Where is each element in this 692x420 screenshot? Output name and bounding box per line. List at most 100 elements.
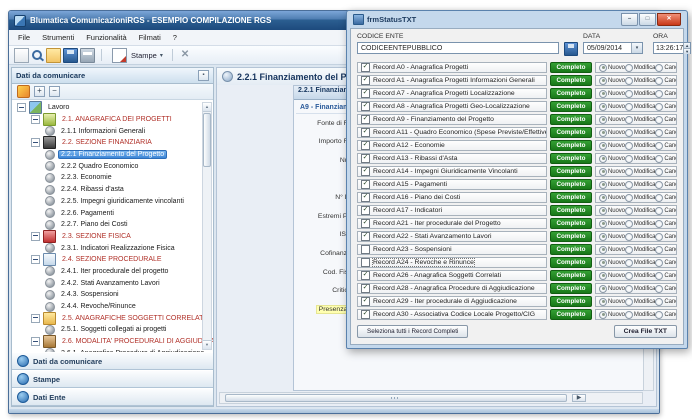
radio-icon[interactable] <box>655 90 663 98</box>
radio-modifica[interactable]: Modifica <box>625 129 656 137</box>
tree-item[interactable]: 2.5. ANAGRAFICHE SOGGETTI CORRELATI <box>14 312 213 324</box>
radio-nuovo[interactable]: Nuovo <box>599 259 625 267</box>
radio-icon[interactable] <box>625 220 633 228</box>
record-checkbox[interactable]: ✓ <box>361 141 370 150</box>
radio-cancella[interactable]: Cancella <box>655 259 677 267</box>
panel-options-button[interactable]: ▪ <box>198 70 209 81</box>
status-completo-badge[interactable]: Completo <box>550 218 592 229</box>
record-checkbox[interactable]: ✓ <box>361 154 370 163</box>
record-label-box[interactable]: ✓Record A7 - Anagrafica Progetti Localiz… <box>357 88 547 99</box>
radio-cancella[interactable]: Cancella <box>655 311 677 319</box>
radio-nuovo[interactable]: Nuovo <box>599 129 625 137</box>
radio-icon[interactable] <box>655 285 663 293</box>
search-icon[interactable] <box>31 49 44 62</box>
record-checkbox[interactable]: ✓ <box>361 193 370 202</box>
tree-options-icon[interactable] <box>17 85 30 98</box>
record-label-box[interactable]: Record A24 - Revoche e Rinunce <box>357 257 547 268</box>
status-completo-badge[interactable]: Completo <box>550 179 592 190</box>
status-completo-badge[interactable]: Completo <box>550 192 592 203</box>
expander-icon[interactable] <box>31 337 40 346</box>
radio-cancella[interactable]: Cancella <box>655 233 677 241</box>
scrollbar-thumb[interactable] <box>225 394 567 402</box>
radio-icon[interactable] <box>625 142 633 150</box>
expander-icon[interactable] <box>31 115 40 124</box>
select-all-button[interactable]: Seleziona tutti i Record Completi <box>357 325 468 338</box>
radio-icon[interactable] <box>625 168 633 176</box>
record-checkbox[interactable]: ✓ <box>361 76 370 85</box>
record-label-box[interactable]: Record A23 - Sospensioni <box>357 244 547 255</box>
accordion-bar-stampe[interactable]: Stampe <box>12 370 213 388</box>
radio-cancella[interactable]: Cancella <box>655 181 677 189</box>
radio-nuovo[interactable]: Nuovo <box>599 155 625 163</box>
tree-item[interactable]: Lavoro <box>14 102 213 114</box>
stampe-button[interactable]: Stampe ▾ <box>107 46 167 65</box>
tree-item[interactable]: 2.5.1. Soggetti collegati ai progetti <box>14 324 213 336</box>
radio-nuovo[interactable]: Nuovo <box>599 272 625 280</box>
radio-icon[interactable] <box>599 142 607 150</box>
tree-item[interactable]: 2.2.3. Economie <box>14 172 213 184</box>
dialog-titlebar[interactable]: frmStatusTXT <box>350 11 684 28</box>
scroll-down-icon[interactable]: ▼ <box>203 340 211 349</box>
radio-icon[interactable] <box>599 116 607 124</box>
radio-icon[interactable] <box>655 155 663 163</box>
radio-icon[interactable] <box>625 116 633 124</box>
radio-icon[interactable] <box>625 298 633 306</box>
radio-cancella[interactable]: Cancella <box>655 246 677 254</box>
record-checkbox[interactable]: ✓ <box>361 115 370 124</box>
accordion-bar-dati-ente[interactable]: Dati Ente <box>12 388 213 406</box>
radio-icon[interactable] <box>655 103 663 111</box>
menu-item-filmati[interactable]: Filmati <box>133 33 167 42</box>
record-label-box[interactable]: ✓Record A14 - Impegni Giuridicamente Vin… <box>357 166 547 177</box>
radio-icon[interactable] <box>625 207 633 215</box>
create-txt-button[interactable]: Crea File TXT <box>614 325 677 338</box>
radio-icon[interactable] <box>655 64 663 72</box>
radio-nuovo[interactable]: Nuovo <box>599 77 625 85</box>
status-completo-badge[interactable]: Completo <box>550 231 592 242</box>
status-completo-badge[interactable]: Completo <box>550 114 592 125</box>
radio-modifica[interactable]: Modifica <box>625 168 656 176</box>
radio-modifica[interactable]: Modifica <box>625 116 656 124</box>
record-checkbox[interactable]: ✓ <box>361 128 370 137</box>
record-label-box[interactable]: ✓Record A17 - Indicatori <box>357 205 547 216</box>
radio-icon[interactable] <box>599 272 607 280</box>
record-checkbox[interactable]: ✓ <box>361 219 370 228</box>
radio-cancella[interactable]: Cancella <box>655 168 677 176</box>
radio-icon[interactable] <box>599 168 607 176</box>
radio-icon[interactable] <box>655 207 663 215</box>
radio-nuovo[interactable]: Nuovo <box>599 168 625 176</box>
record-checkbox[interactable]: ✓ <box>361 310 370 319</box>
tree-item[interactable]: 2.2.4. Ribassi d'asta <box>14 184 213 196</box>
tree-item[interactable]: 2.6. MODALITA' PROCEDURALI DI AGGIUDICAZ… <box>14 336 213 348</box>
radio-modifica[interactable]: Modifica <box>625 155 656 163</box>
menu-item-funzionalit[interactable]: Funzionalità <box>80 33 132 42</box>
tree-item[interactable]: 2.4. SEZIONE PROCEDURALE <box>14 254 213 266</box>
radio-nuovo[interactable]: Nuovo <box>599 220 625 228</box>
radio-cancella[interactable]: Cancella <box>655 129 677 137</box>
tree-item[interactable]: 2.1.1 Informazioni Generali <box>14 125 213 137</box>
radio-icon[interactable] <box>625 129 633 137</box>
radio-icon[interactable] <box>599 259 607 267</box>
radio-cancella[interactable]: Cancella <box>655 194 677 202</box>
radio-modifica[interactable]: Modifica <box>625 246 656 254</box>
record-checkbox[interactable]: ✓ <box>361 232 370 241</box>
record-checkbox[interactable] <box>361 245 370 254</box>
status-completo-badge[interactable]: Completo <box>550 257 592 268</box>
radio-icon[interactable] <box>599 298 607 306</box>
radio-nuovo[interactable]: Nuovo <box>599 181 625 189</box>
radio-cancella[interactable]: Cancella <box>655 142 677 150</box>
record-label-box[interactable]: ✓Record A13 - Ribassi d'Asta <box>357 153 547 164</box>
radio-icon[interactable] <box>599 207 607 215</box>
scroll-up-icon[interactable]: ▲ <box>203 103 211 112</box>
record-label-box[interactable]: ✓Record A1 - Anagrafica Progetti Informa… <box>357 75 547 86</box>
save-icon[interactable] <box>63 48 78 63</box>
record-checkbox[interactable]: ✓ <box>361 297 370 306</box>
radio-icon[interactable] <box>599 181 607 189</box>
status-completo-badge[interactable]: Completo <box>550 244 592 255</box>
expander-icon[interactable] <box>17 103 26 112</box>
radio-icon[interactable] <box>625 246 633 254</box>
new-doc-icon[interactable] <box>14 48 29 63</box>
open-folder-icon[interactable] <box>46 48 61 63</box>
tools-icon[interactable] <box>179 49 192 62</box>
radio-icon[interactable] <box>655 246 663 254</box>
radio-icon[interactable] <box>599 220 607 228</box>
